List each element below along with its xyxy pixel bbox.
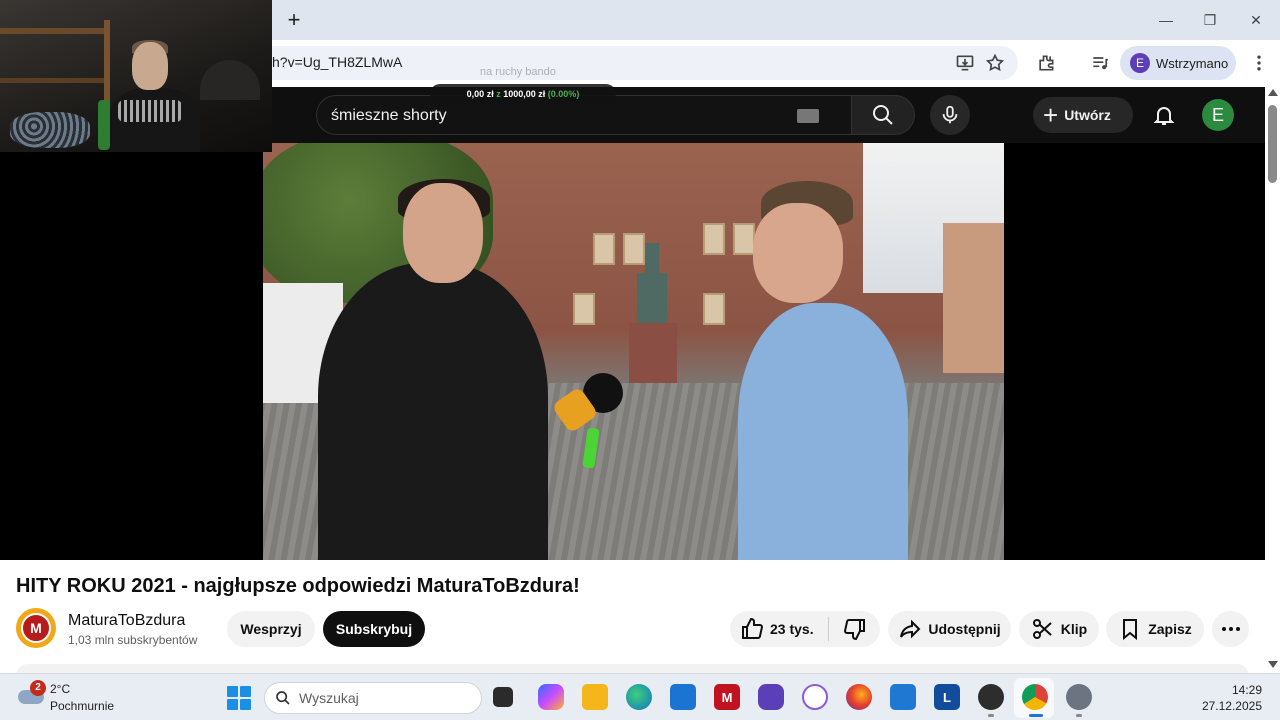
browser-toolbar: h?v=Ug_TH8ZLMwA E Wstrzymano [272,40,1280,87]
clip-button[interactable]: Klip [1019,611,1099,647]
clip-label: Klip [1060,621,1088,637]
channel-avatar[interactable]: M [16,608,56,648]
share-icon [900,619,921,639]
windows-start-button[interactable] [227,686,251,710]
voice-search-button[interactable] [930,95,970,135]
video-info-panel: HITY ROKU 2021 - najgłupsze odpowiedzi M… [0,560,1265,676]
flower-app-icon[interactable] [802,684,828,710]
l-app-icon[interactable]: L [934,684,960,710]
save-button[interactable]: Zapisz [1106,611,1204,647]
file-explorer-gray-icon[interactable] [493,687,513,707]
balance-z: z [496,89,501,99]
profile-button[interactable]: E Wstrzymano [1120,46,1236,80]
search-button[interactable] [851,95,915,135]
taskbar-search-label: Wyszukaj [299,690,359,706]
support-button[interactable]: Wesprzyj [227,611,315,647]
channel-name[interactable]: MaturaToBzdura [68,612,185,630]
create-label: Utwórz [1064,107,1111,123]
keyboard-icon[interactable] [797,109,819,123]
thumbs-up-icon [742,617,764,639]
close-window-button[interactable]: ✕ [1242,8,1270,32]
overlay-ghost-text: na ruchy bando [480,66,556,78]
profile-avatar: E [1130,53,1150,73]
browser-tab-strip: + — ❐ ✕ [272,0,1280,40]
obs-icon[interactable] [978,684,1004,710]
weather-widget[interactable]: 2 2°C Pochmurnie [18,680,128,716]
subscribe-button[interactable]: Subskrybuj [323,611,425,647]
like-dislike-group: 23 tys. [730,611,880,647]
account-avatar[interactable]: E [1202,99,1234,131]
scroll-thumb[interactable] [1268,105,1277,183]
scroll-down-arrow-icon[interactable] [1268,661,1278,668]
browser-menu-icon[interactable] [1248,52,1270,74]
balance-percent: (0.00%) [547,89,580,99]
balance-widget: 0,00 zł z 1000,00 zł (0.00%) [430,84,616,104]
clock-time: 14:29 [1231,683,1262,697]
more-horizontal-icon [1221,627,1240,631]
copilot-icon[interactable] [538,684,564,710]
like-count: 23 tys. [770,621,814,637]
weather-condition: Pochmurnie [50,699,115,713]
weather-badge: 2 [30,680,46,696]
system-clock[interactable]: 14:29 27.12.2025 [1202,682,1262,714]
plus-icon: + [1043,100,1059,130]
search-icon [276,691,290,705]
obs-running-indicator [988,714,994,717]
weather-temperature: 2°C [50,682,71,696]
more-actions-button[interactable] [1212,611,1249,647]
install-app-icon[interactable] [954,52,976,74]
windows-taskbar: 2 2°C Pochmurnie Wyszukaj M L 14:29 27.1… [0,673,1280,720]
create-button[interactable]: + Utwórz [1033,97,1133,133]
settings-gear-icon[interactable] [1066,684,1092,710]
balance-total: 1000,00 zł [503,89,546,99]
page-scrollbar[interactable] [1265,87,1280,673]
mcafee-icon[interactable]: M [714,684,740,710]
edge-browser-icon[interactable] [626,684,652,710]
firefox-icon[interactable] [846,684,872,710]
mail-icon[interactable] [890,684,916,710]
taskbar-search[interactable]: Wyszukaj [264,682,482,714]
scissors-icon [1032,619,1052,639]
settings-running-indicator [1076,714,1082,717]
new-tab-button[interactable]: + [282,8,306,32]
chrome-running-indicator [1029,714,1043,717]
media-control-icon[interactable] [1089,52,1111,74]
microphone-icon [942,105,958,124]
proton-vpn-icon[interactable] [758,684,784,710]
dislike-button[interactable] [829,611,880,647]
video-player[interactable] [0,143,1265,560]
share-label: Udostępnij [928,621,1001,637]
notifications-button[interactable] [1146,97,1182,133]
address-bar[interactable]: h?v=Ug_TH8ZLMwA [272,46,1018,80]
youtube-header: śmieszne shorty + Utwórz E [272,87,1265,143]
subscriber-count: 1,03 mln subskrybentów [68,633,198,647]
save-label: Zapisz [1148,621,1192,637]
clock-date: 27.12.2025 [1201,699,1262,713]
bookmark-icon [1123,619,1138,641]
scroll-up-arrow-icon[interactable] [1268,89,1278,96]
restore-button[interactable]: ❐ [1196,8,1224,32]
thumbs-down-icon [843,619,865,641]
file-explorer-icon[interactable] [582,684,608,710]
channel-logo: M [21,613,51,643]
search-icon [873,105,893,125]
bell-icon [1153,107,1175,125]
share-button[interactable]: Udostępnij [888,611,1011,647]
video-title: HITY ROKU 2021 - najgłupsze odpowiedzi M… [16,575,580,597]
like-button[interactable]: 23 tys. [730,611,828,647]
webcam-overlay [0,0,272,152]
microsoft-store-icon[interactable] [670,684,696,710]
minimize-button[interactable]: — [1152,8,1180,32]
extensions-icon[interactable] [1035,52,1057,74]
balance-current: 0,00 zł [466,89,494,99]
profile-status-label: Wstrzymano [1156,55,1229,71]
chrome-icon[interactable] [1022,684,1048,710]
bookmark-star-icon[interactable] [984,52,1006,74]
video-frame[interactable] [263,143,1004,560]
search-query: śmieszne shorty [331,107,447,124]
address-url: h?v=Ug_TH8ZLMwA [272,54,403,70]
